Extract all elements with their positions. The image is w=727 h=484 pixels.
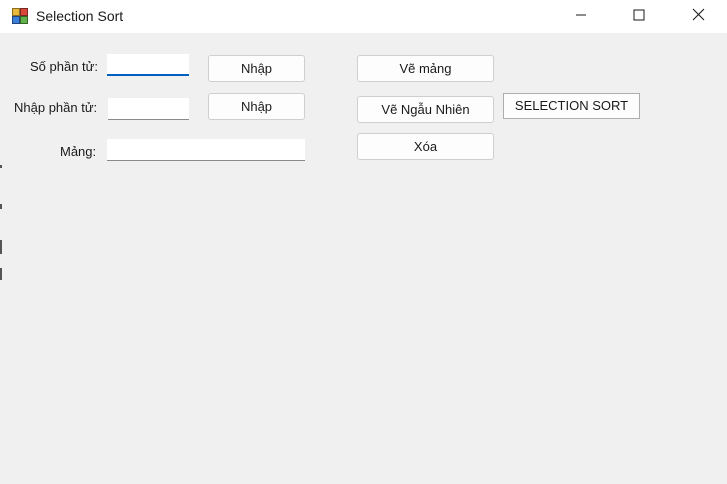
window-title: Selection Sort — [36, 8, 124, 24]
edge-artifact — [0, 165, 2, 168]
draw-array-button[interactable]: Vẽ mảng — [357, 55, 494, 82]
draw-random-button[interactable]: Vẽ Ngẫu Nhiên — [357, 96, 494, 123]
edge-artifact — [0, 204, 2, 209]
minimize-button[interactable] — [552, 0, 610, 33]
count-label: Số phần tử: — [30, 59, 98, 74]
close-button[interactable] — [669, 0, 727, 33]
minimize-icon — [575, 8, 587, 26]
element-input[interactable] — [108, 98, 189, 120]
maximize-button[interactable] — [610, 0, 668, 33]
edge-artifact — [0, 240, 2, 254]
element-submit-button[interactable]: Nhập — [208, 93, 305, 120]
array-label: Mảng: — [60, 144, 97, 159]
maximize-icon — [633, 8, 645, 26]
clear-button[interactable]: Xóa — [357, 133, 494, 160]
array-display-field[interactable] — [107, 139, 305, 161]
app-window: Selection Sort Số phần tử: Nhập Nhập phầ… — [0, 0, 727, 484]
selection-sort-button[interactable]: SELECTION SORT — [503, 93, 640, 119]
element-label: Nhập phần tử: — [14, 100, 98, 115]
count-submit-button[interactable]: Nhập — [208, 55, 305, 82]
close-icon — [692, 8, 705, 26]
count-input[interactable] — [107, 54, 189, 76]
app-icon — [12, 8, 28, 24]
form-client-area: Số phần tử: Nhập Nhập phần tử: Nhập Mảng… — [0, 33, 727, 484]
title-bar[interactable]: Selection Sort — [0, 0, 727, 33]
edge-artifact — [0, 268, 2, 280]
